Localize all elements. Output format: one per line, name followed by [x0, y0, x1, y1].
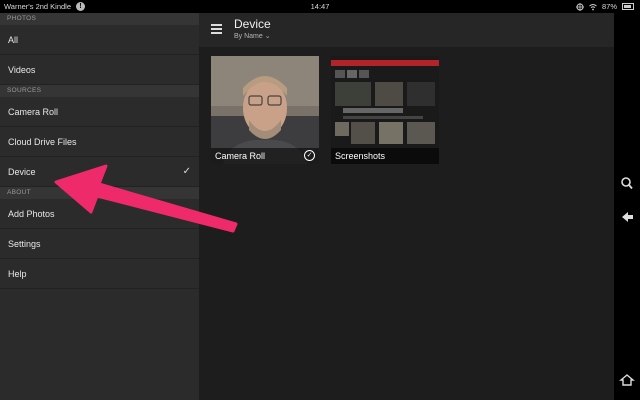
- annotation-arrow: [54, 164, 238, 233]
